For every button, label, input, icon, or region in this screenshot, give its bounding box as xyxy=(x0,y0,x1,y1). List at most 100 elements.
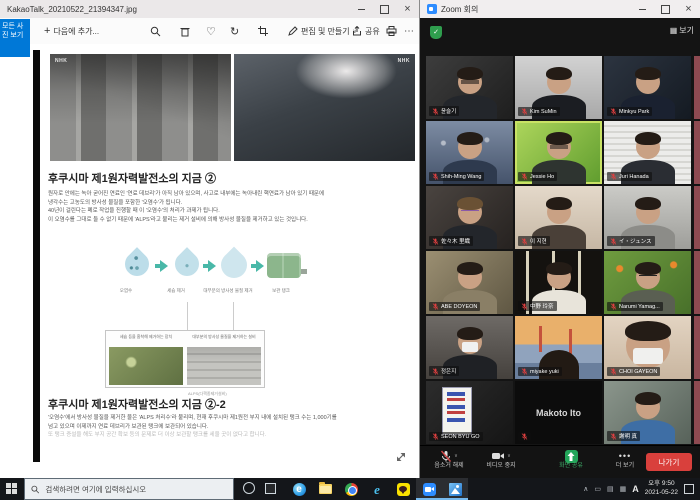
muted-mic-icon xyxy=(610,303,617,310)
participant-tile[interactable]: 정은지 xyxy=(426,316,513,379)
participant-name-tag: Narumi Yamag... xyxy=(607,302,663,311)
participant-tile[interactable]: CHOI GAYEON xyxy=(604,316,691,379)
participant-tile[interactable]: Kim SuMin xyxy=(515,56,602,119)
photos-titlebar[interactable]: KakaoTalk_20210522_21394347.jpg xyxy=(0,0,419,18)
taskbar-app-chrome[interactable] xyxy=(338,478,364,500)
diagram-label: 세슘 제거 xyxy=(153,288,199,294)
edit-create-label: 편집 및 만들기 xyxy=(301,26,350,37)
chrome-icon xyxy=(345,483,358,496)
participant-name-tag: SEON BYU GO xyxy=(429,432,483,441)
rotate-button[interactable]: ↻ xyxy=(230,18,239,44)
participant-tile[interactable]: 이 지현 xyxy=(515,186,602,249)
zoom-button[interactable] xyxy=(150,18,161,44)
connector-line xyxy=(187,302,188,330)
minimize-button[interactable] xyxy=(631,0,654,18)
zoom-titlebar[interactable]: Zoom 회의 xyxy=(420,0,700,18)
zoom-bottom-toolbar: ∨ 음소거 해제 ∨ 비디오 중지 xyxy=(420,445,700,478)
search-input[interactable] xyxy=(43,484,227,495)
participant-tile[interactable]: 윤슬기 xyxy=(426,56,513,119)
tray-status-icon[interactable]: ▤ xyxy=(607,485,614,493)
system-tray: ∧ ▭ ▤ ▦ A 오후 9:50 2021-05-22 xyxy=(583,478,700,500)
delete-button[interactable] xyxy=(180,18,190,44)
participant-name-tag: 謝明 真 xyxy=(607,431,640,441)
muted-mic-icon xyxy=(521,108,528,115)
clock-time: 오후 9:50 xyxy=(645,480,678,489)
zoom-video-grid: 윤슬기 Kim SuMinMinkyu Park Shih-Ming WangJes… xyxy=(426,56,691,444)
participant-name-tag: ABE DOYEON xyxy=(429,302,480,311)
crop-button[interactable] xyxy=(258,18,268,44)
participant-tile[interactable]: イ・ジュンス xyxy=(604,186,691,249)
more-button[interactable]: ••• 더 보기 xyxy=(600,449,650,470)
taskbar-app-edge[interactable] xyxy=(286,478,312,500)
print-button[interactable] xyxy=(386,18,397,44)
muted-mic-icon xyxy=(610,368,617,375)
participant-tile[interactable]: Jessie Ho xyxy=(515,121,602,184)
participant-tile[interactable]: 佐々木 里織 xyxy=(426,186,513,249)
ime-indicator[interactable]: A xyxy=(632,484,639,494)
document-photo-aerial: NHK xyxy=(234,54,415,161)
participant-tile[interactable]: SEON BYU GO xyxy=(426,381,513,444)
muted-mic-icon xyxy=(610,108,617,115)
participant-tile[interactable]: miyake yuki xyxy=(515,316,602,379)
share-screen-button[interactable]: 화면 공유 xyxy=(546,449,596,470)
participant-tile[interactable]: ABE DOYEON xyxy=(426,251,513,314)
unmute-button[interactable]: ∨ 음소거 해제 xyxy=(424,449,474,470)
close-button[interactable] xyxy=(396,0,419,18)
view-button[interactable]: 보기 xyxy=(670,25,694,36)
muted-mic-icon xyxy=(610,238,617,245)
taskbar-app-photos[interactable] xyxy=(442,478,468,500)
arrow-icon xyxy=(155,260,169,272)
meeting-security-shield-icon[interactable] xyxy=(430,26,442,39)
maximize-button[interactable] xyxy=(654,0,677,18)
taskbar-app-zoom[interactable] xyxy=(416,478,442,500)
participant-tile[interactable]: 中野 玲奈 xyxy=(515,251,602,314)
tray-status-icon[interactable]: ▦ xyxy=(620,485,627,493)
search-icon xyxy=(31,485,39,494)
taskbar-app-internet-explorer[interactable] xyxy=(364,478,390,500)
taskbar-clock[interactable]: 오후 9:50 2021-05-22 xyxy=(645,480,678,498)
close-button[interactable] xyxy=(677,0,700,18)
resize-diagonal-icon[interactable] xyxy=(395,450,407,468)
photos-app-window: KakaoTalk_20210522_21394347.jpg 모든 사진 보기… xyxy=(0,0,420,478)
printer-icon xyxy=(386,26,397,36)
edit-create-button[interactable]: 편집 및 만들기 ∨ xyxy=(288,18,357,44)
maximize-button[interactable] xyxy=(373,0,396,18)
taskbar-app-file-explorer[interactable] xyxy=(312,478,338,500)
minimize-button[interactable] xyxy=(350,0,373,18)
favorite-button[interactable]: ♡ xyxy=(206,18,216,44)
view-all-photos-button[interactable]: 모든 사진 보기 xyxy=(0,19,30,57)
start-button[interactable] xyxy=(6,483,18,495)
participant-tile[interactable]: 謝明 真 xyxy=(604,381,691,444)
cropped-video-column xyxy=(694,56,700,444)
action-center-button[interactable] xyxy=(684,484,694,494)
equipment-photo-box: 세슘 등을 흡착해 제거하는 장치 대부분의 방사성 물질을 제거하는 설비 xyxy=(105,330,265,388)
muted-mic-icon xyxy=(521,433,528,440)
chevron-up-icon[interactable]: ∨ xyxy=(507,453,511,459)
leave-meeting-button[interactable]: 나가기 xyxy=(646,453,692,471)
more-button[interactable]: ⋯ xyxy=(404,18,414,44)
broadcaster-logo: NHK xyxy=(55,58,67,64)
taskbar-search[interactable] xyxy=(24,478,234,500)
stop-video-button[interactable]: ∨ 비디오 중지 xyxy=(476,449,526,470)
participant-tile[interactable]: Juri Hanada xyxy=(604,121,691,184)
taskbar-app-kakaotalk[interactable] xyxy=(390,478,416,500)
share-button[interactable]: 공유 xyxy=(352,18,380,44)
participant-name-tag: CHOI GAYEON xyxy=(607,367,660,376)
photo-document[interactable]: NHK NHK 후쿠시마 제1원자력발전소의 지금 ② 원자로 안에는 녹아 굳… xyxy=(40,44,415,478)
participant-tile[interactable]: Makoto Ito xyxy=(515,381,602,444)
chevron-up-icon[interactable]: ∨ xyxy=(454,453,458,459)
tray-chevron-up-icon[interactable]: ∧ xyxy=(583,485,588,493)
taskbar-apps xyxy=(286,478,468,500)
participant-tile[interactable]: Shih-Ming Wang xyxy=(426,121,513,184)
cortana-button[interactable] xyxy=(243,482,255,494)
add-to-button[interactable]: + 다음에 추가... xyxy=(44,18,99,44)
document-section1-title: 후쿠시마 제1원자력발전소의 지금 ② xyxy=(48,170,216,186)
tray-status-icon[interactable]: ▭ xyxy=(594,485,601,493)
participant-name-tag: 윤슬기 xyxy=(429,106,459,116)
storage-tank-icon xyxy=(267,253,301,278)
participant-tile[interactable]: Narumi Yamag... xyxy=(604,251,691,314)
contaminated-water-drop-icon xyxy=(120,247,154,281)
participant-tile[interactable]: Minkyu Park xyxy=(604,56,691,119)
water-treatment-diagram: 오염수 세슘 제거 대부분의 방사성 물질 제거 보관 탱크 xyxy=(40,244,415,334)
task-view-button[interactable] xyxy=(265,483,276,494)
